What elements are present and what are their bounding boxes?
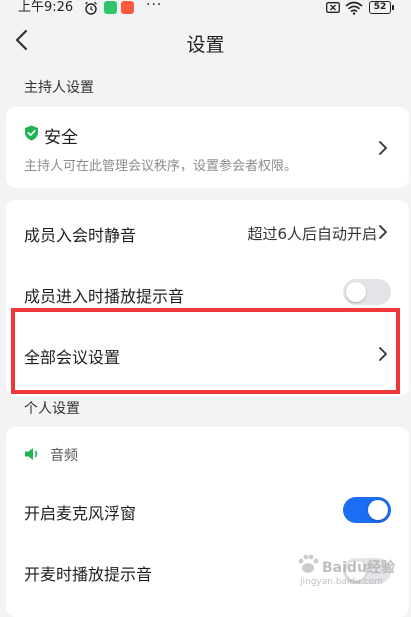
speaker-icon [25, 448, 38, 460]
mic-float-row: 开启麦克风浮窗 [6, 483, 409, 539]
section-label-personal: 个人设置 [24, 401, 80, 417]
security-card[interactable]: 安全 主持人可在此管理会议秩序，设置参会者权限。 [6, 107, 409, 188]
security-description: 主持人可在此管理会议秩序，设置参会者权限。 [24, 159, 298, 174]
battery-icon: 52 [369, 1, 394, 14]
page-title: 设置 [186, 34, 225, 56]
more-notifications-icon: ··· [146, 0, 163, 13]
app-notification-icon [104, 1, 117, 14]
status-time: 上午9:26 [18, 0, 74, 15]
unmute-sound-label: 开麦时播放提示音 [24, 565, 153, 584]
watermark-text: Baidu经验 [322, 560, 395, 576]
highlight-annotation [11, 308, 400, 394]
mute-on-join-label: 成员入会时静音 [24, 226, 137, 245]
mute-on-join-row[interactable]: 成员入会时静音 超过6人后自动开启 [6, 200, 409, 264]
watermark-url: jingyan.baidu.com [300, 577, 384, 587]
shield-icon [25, 125, 38, 141]
audio-section-label: 音频 [50, 448, 78, 464]
mute-on-join-value: 超过6人后自动开启 [247, 225, 377, 243]
mic-float-toggle[interactable] [343, 497, 391, 523]
wifi-icon [345, 1, 363, 15]
mic-float-label: 开启麦克风浮窗 [24, 504, 137, 523]
join-sound-toggle[interactable] [343, 279, 391, 305]
status-bar: 上午9:26 ··· 52 [0, 0, 411, 18]
alarm-icon [85, 1, 97, 15]
app-notification-icon-2 [121, 1, 134, 14]
nav-bar: 设置 [0, 22, 411, 62]
security-title: 安全 [44, 128, 78, 148]
section-label-host: 主持人设置 [24, 80, 94, 96]
no-sim-icon [326, 2, 340, 13]
chevron-right-icon [379, 225, 387, 239]
join-sound-label: 成员进入时播放提示音 [24, 287, 185, 306]
baidu-watermark: Baidu经验 jingyan.baidu.com [292, 545, 407, 595]
paw-icon [298, 554, 319, 573]
chevron-right-icon [379, 141, 387, 155]
